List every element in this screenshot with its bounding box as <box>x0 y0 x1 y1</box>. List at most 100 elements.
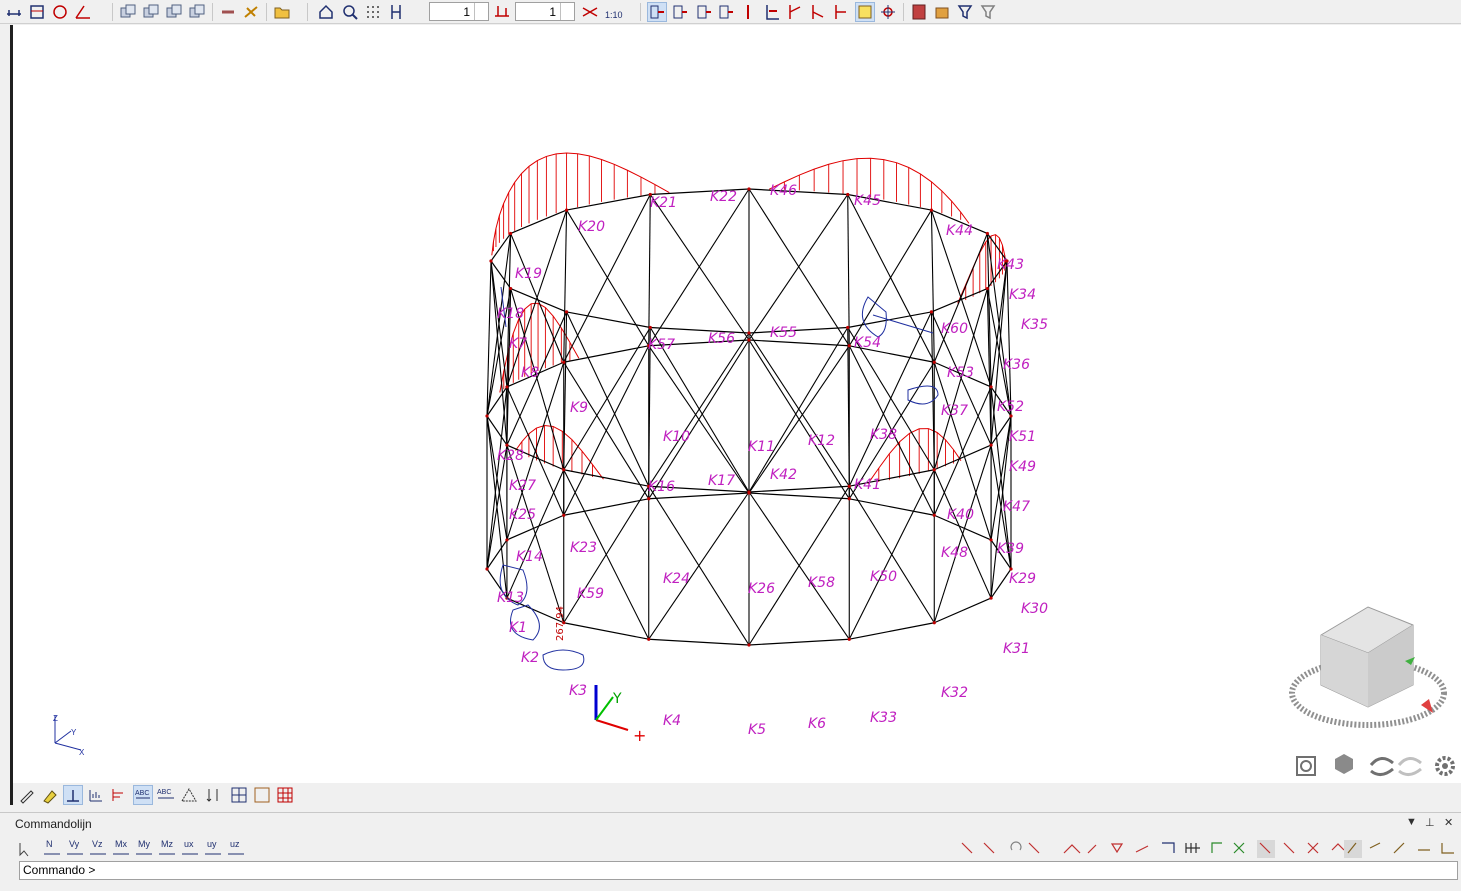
move-icon[interactable] <box>164 2 184 22</box>
copy-icon[interactable] <box>118 2 138 22</box>
eraser-icon[interactable] <box>40 785 60 805</box>
node-label: K59 <box>577 586 604 602</box>
settings-icon[interactable] <box>955 2 975 22</box>
axis-view-icon[interactable] <box>63 785 83 805</box>
pan-icon[interactable] <box>1397 757 1422 776</box>
zoom-icon[interactable] <box>340 2 360 22</box>
node-label: K16 <box>648 479 675 495</box>
model-viewport[interactable]: K1 K2 K3 K4 K5 K6 K7 K8 K9 K10 K11 K12 K13 K14 K16 K17 K… <box>13 25 1461 783</box>
angle-icon[interactable] <box>73 2 93 22</box>
node-label: K19 <box>515 266 542 282</box>
grid-icon[interactable] <box>275 785 295 805</box>
select-icon[interactable] <box>647 2 667 22</box>
node-label: K58 <box>808 575 835 591</box>
node-label: K23 <box>570 540 597 556</box>
view-3d-icon[interactable] <box>1335 754 1353 774</box>
target-icon[interactable] <box>878 2 898 22</box>
window-icon[interactable] <box>27 2 47 22</box>
node-label: K9 <box>570 400 588 416</box>
result-my-button[interactable]: My <box>136 839 152 855</box>
layers-icon[interactable] <box>252 785 272 805</box>
result-vy-button[interactable]: Vy <box>67 839 83 855</box>
node-label: K48 <box>941 545 968 561</box>
member-dimension-icon[interactable] <box>386 2 406 22</box>
pencil-icon[interactable] <box>17 785 37 805</box>
scale-icon[interactable] <box>580 2 600 22</box>
window-tile-icon[interactable] <box>229 785 249 805</box>
value-label: 267.94 <box>555 606 566 641</box>
node-label: K39 <box>997 541 1024 557</box>
display-icon[interactable] <box>855 2 875 22</box>
home-view-icon[interactable] <box>316 2 336 22</box>
node-label: K2 <box>521 650 539 666</box>
snap-grid-icon[interactable] <box>4 2 24 22</box>
export-icon[interactable] <box>932 2 952 22</box>
result-uz-button[interactable]: uz <box>228 839 244 855</box>
mesh-icon[interactable] <box>179 785 199 805</box>
node-label: K45 <box>854 193 881 209</box>
svg-text:X: X <box>79 748 85 757</box>
svg-text:1:10: 1:10 <box>605 10 623 20</box>
moment-icon[interactable] <box>808 2 828 22</box>
result-mx-button[interactable]: Mx <box>113 839 129 855</box>
results-icon[interactable] <box>762 2 782 22</box>
view-toolbar: ABC ABC <box>13 783 1461 807</box>
rotate-icon[interactable] <box>187 2 207 22</box>
spin-input-1[interactable]: 1 <box>429 2 489 21</box>
zoom-extents-icon[interactable] <box>1296 756 1316 776</box>
circle-icon[interactable] <box>50 2 70 22</box>
sort-icon[interactable] <box>203 785 223 805</box>
node-icon[interactable] <box>670 2 690 22</box>
gear-icon[interactable] <box>1435 756 1455 776</box>
result-ux-button[interactable]: ux <box>182 839 198 855</box>
command-input[interactable]: Commando > <box>19 861 1458 880</box>
label-icon[interactable]: ABC <box>156 785 176 805</box>
pointer-icon[interactable] <box>19 843 29 857</box>
scale-ratio-button[interactable]: 1:10 <box>604 2 624 22</box>
node-label: K27 <box>509 478 536 494</box>
result-uy-button[interactable]: uy <box>205 839 221 855</box>
spin-input-2[interactable]: 1 <box>515 2 575 21</box>
node-label: K30 <box>1021 601 1048 617</box>
snap-tools[interactable] <box>961 840 1454 858</box>
node-label: K10 <box>663 429 690 445</box>
pin-icon[interactable]: ⊥ <box>1425 816 1435 829</box>
node-label: K14 <box>516 549 543 565</box>
svg-text:Mz: Mz <box>161 839 173 849</box>
dimension-icon[interactable] <box>241 2 261 22</box>
node-label: K17 <box>708 473 735 489</box>
folder-icon[interactable] <box>272 2 292 22</box>
view-cube[interactable] <box>1289 606 1447 728</box>
result-vz-button[interactable]: Vz <box>90 839 106 855</box>
svg-text:ABC: ABC <box>157 789 171 796</box>
result-mz-button[interactable]: Mz <box>159 839 175 855</box>
section-icon[interactable] <box>109 785 129 805</box>
node-label: K37 <box>941 403 968 419</box>
node-label: K12 <box>808 433 835 449</box>
filter-icon[interactable] <box>978 2 998 22</box>
mirror-icon[interactable] <box>218 2 238 22</box>
result-n-button[interactable]: N <box>44 839 60 855</box>
orbit-icon[interactable] <box>1369 757 1394 776</box>
svg-text:Vy: Vy <box>69 839 80 849</box>
load-icon[interactable] <box>738 2 758 22</box>
svg-text:My: My <box>138 839 150 849</box>
axis-gizmo: + Y <box>594 685 646 745</box>
svg-text:ux: ux <box>184 839 194 849</box>
shear-icon[interactable] <box>831 2 851 22</box>
node-label: K42 <box>770 467 797 483</box>
chevron-down-icon[interactable]: ▼ <box>1406 816 1417 828</box>
support-icon[interactable] <box>716 2 736 22</box>
node-label: K44 <box>946 223 973 239</box>
spin-icon[interactable] <box>492 2 512 22</box>
plot-icon[interactable] <box>86 785 106 805</box>
paste-icon[interactable] <box>141 2 161 22</box>
close-icon[interactable]: ✕ <box>1444 816 1453 829</box>
report-icon[interactable] <box>909 2 929 22</box>
node-label: K53 <box>947 365 974 381</box>
deform-icon[interactable] <box>785 2 805 22</box>
label-toggle-icon[interactable]: ABC <box>133 785 153 805</box>
dots-icon[interactable] <box>363 2 383 22</box>
member-icon[interactable] <box>694 2 714 22</box>
node-label: K41 <box>854 477 881 493</box>
